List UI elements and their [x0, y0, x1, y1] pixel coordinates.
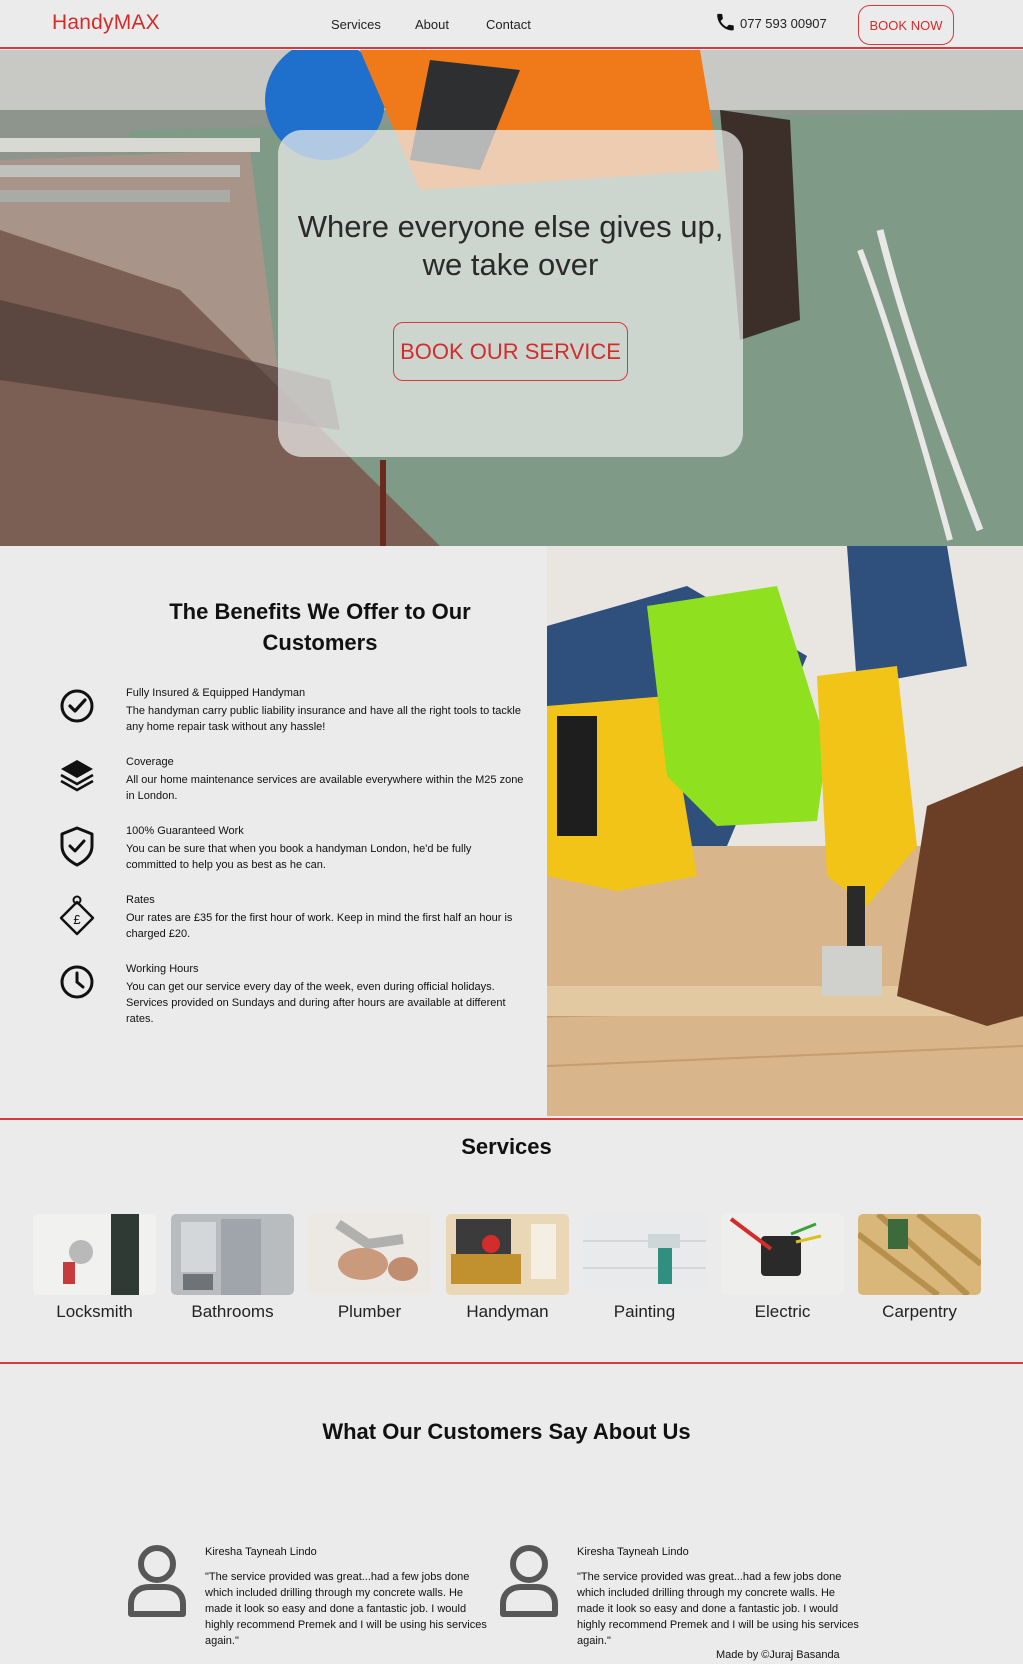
benefits-section: The Benefits We Offer to Our Customers F…: [0, 546, 1023, 1118]
service-card-electric[interactable]: Electric: [721, 1214, 844, 1322]
service-label: Bathrooms: [191, 1302, 274, 1321]
services-section: Services Locksmith Bathrooms Plumber Han…: [0, 1118, 1023, 1364]
benefit-text: You can get our service every day of the…: [126, 981, 506, 1025]
clock-icon: [58, 963, 96, 1005]
nav-link-about[interactable]: About: [415, 17, 449, 32]
service-card-plumber[interactable]: Plumber: [308, 1214, 431, 1322]
service-card-painting[interactable]: Painting: [583, 1214, 706, 1322]
handyman-thumbnail: [446, 1214, 569, 1295]
user-avatar-icon: [125, 1544, 189, 1618]
benefit-text: Our rates are £35 for the first hour of …: [126, 912, 513, 940]
service-label: Plumber: [337, 1302, 402, 1321]
service-label: Carpentry: [882, 1302, 957, 1321]
logo[interactable]: HandyMAX: [52, 11, 160, 35]
layers-icon: [58, 756, 96, 798]
benefit-heading: Coverage: [126, 756, 174, 768]
service-card-locksmith[interactable]: Locksmith: [33, 1214, 156, 1322]
book-now-button[interactable]: BOOK NOW: [858, 5, 954, 45]
svg-text:£: £: [73, 912, 81, 927]
electric-thumbnail: [721, 1214, 844, 1295]
painting-thumbnail: [583, 1214, 706, 1295]
testimonial-author: Kiresha Tayneah Lindo: [577, 1546, 689, 1558]
service-label: Electric: [754, 1302, 811, 1321]
book-our-service-button[interactable]: BOOK OUR SERVICE: [393, 322, 628, 381]
drill-photo: [547, 546, 1023, 1116]
hero-section: Where everyone else gives up, we take ov…: [0, 50, 1023, 546]
page: HandyMAX Services About Contact 077 593 …: [0, 0, 1023, 1664]
benefit-text: The handyman carry public liability insu…: [126, 705, 521, 733]
phone-icon: [714, 11, 736, 36]
benefits-title: The Benefits We Offer to Our Customers: [169, 599, 471, 655]
nav-link-contact[interactable]: Contact: [486, 17, 531, 32]
top-nav: HandyMAX Services About Contact 077 593 …: [0, 0, 1023, 49]
benefit-heading: Working Hours: [126, 963, 199, 975]
testimonial-author: Kiresha Tayneah Lindo: [205, 1546, 317, 1558]
phone-number: 077 593 00907: [740, 15, 827, 31]
benefit-text: All our home maintenance services are av…: [126, 774, 524, 802]
testimonial-text: "The service provided was great...had a …: [577, 1571, 859, 1647]
shield-check-icon: [58, 825, 96, 867]
service-card-handyman[interactable]: Handyman: [446, 1214, 569, 1322]
footer-credit: Made by ©Juraj Basanda: [716, 1649, 840, 1661]
price-tag-icon: £: [58, 894, 96, 936]
service-label: Locksmith: [56, 1302, 133, 1321]
phone-contact[interactable]: 077 593 00907: [714, 10, 827, 36]
benefit-text: You can be sure that when you book a han…: [126, 843, 472, 871]
service-card-carpentry[interactable]: Carpentry: [856, 1211, 983, 1322]
service-label: Handyman: [466, 1302, 549, 1321]
locksmith-thumbnail: [33, 1214, 156, 1295]
check-circle-icon: [58, 687, 96, 729]
benefit-heading: 100% Guaranteed Work: [126, 825, 244, 837]
testimonials-title: What Our Customers Say About Us: [322, 1419, 691, 1444]
hero-card: Where everyone else gives up, we take ov…: [278, 130, 743, 457]
hero-subtitle: we take over: [422, 247, 599, 282]
nav-link-services[interactable]: Services: [331, 17, 381, 32]
hero-title: Where everyone else gives up,: [297, 209, 724, 244]
carpentry-thumbnail: [856, 1211, 983, 1298]
bathrooms-thumbnail: [171, 1214, 294, 1295]
services-title: Services: [461, 1134, 552, 1159]
benefit-heading: Rates: [126, 894, 155, 906]
benefit-heading: Fully Insured & Equipped Handyman: [126, 687, 306, 699]
service-label: Painting: [613, 1302, 676, 1321]
user-avatar-icon: [497, 1544, 561, 1618]
service-card-bathrooms[interactable]: Bathrooms: [171, 1214, 294, 1322]
plumber-thumbnail: [308, 1214, 431, 1295]
testimonial-text: "The service provided was great...had a …: [205, 1571, 487, 1647]
